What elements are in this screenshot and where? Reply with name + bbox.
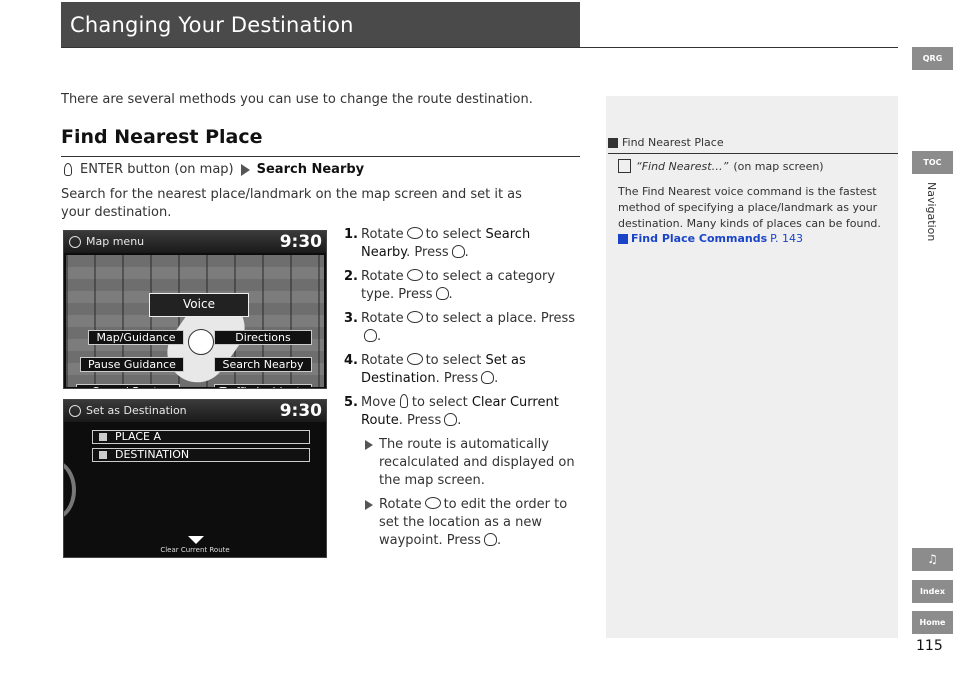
- screen-header: Set as Destination 9:30: [64, 400, 326, 422]
- page-title: Changing Your Destination: [70, 13, 354, 37]
- map-guidance-button[interactable]: Map/Guidance: [88, 330, 184, 345]
- back-icon: [69, 405, 81, 417]
- clear-current-route-label[interactable]: Clear Current Route: [64, 546, 326, 554]
- section-divider: [61, 156, 580, 157]
- press-button-icon: [435, 287, 449, 300]
- cancel-route-button[interactable]: Cancel Route: [76, 384, 180, 388]
- toc-tab[interactable]: TOC: [912, 151, 953, 174]
- voice-command-icon: ♫: [927, 552, 938, 566]
- title-bar: Changing Your Destination: [61, 2, 580, 48]
- voice-command: “Find Nearest…” (on map screen): [618, 159, 824, 173]
- press-button-icon: [451, 245, 465, 258]
- link-icon: [618, 233, 628, 244]
- rotate-knob-icon: [406, 353, 423, 365]
- press-button-icon: [444, 413, 458, 426]
- rotate-knob-icon: [406, 311, 423, 323]
- set-destination-screenshot: Set as Destination 9:30 PLACE A DESTINAT…: [63, 399, 327, 558]
- pause-guidance-button[interactable]: Pause Guidance: [80, 357, 184, 372]
- find-place-commands-link[interactable]: Find Place Commands P. 143: [618, 232, 803, 245]
- rotate-knob-icon: [424, 497, 441, 509]
- screen-clock: 9:30: [279, 232, 322, 252]
- map-menu-screenshot: Map menu 9:30 Voice Map/Guidance Directi…: [63, 230, 327, 389]
- path-target: Search Nearby: [256, 162, 365, 177]
- note-icon: [608, 137, 618, 148]
- home-tab[interactable]: Home: [912, 611, 953, 634]
- map-background: Voice Map/Guidance Directions Pause Guid…: [66, 255, 324, 388]
- screen-header: Map menu 9:30: [64, 231, 326, 253]
- enter-knob-icon: [64, 163, 72, 176]
- destination-row[interactable]: DESTINATION: [92, 448, 310, 462]
- step-item: 3. Rotate to select a place. Press.: [344, 311, 576, 344]
- voice-tab[interactable]: ♫: [912, 548, 953, 571]
- directions-button[interactable]: Directions: [214, 330, 312, 345]
- step-item: 4. Rotate to select Set as Destination. P…: [344, 353, 526, 386]
- step-list: 1. Rotate to select Search Nearby. Press.…: [344, 226, 576, 556]
- side-note-panel: Find Nearest Place “Find Nearest…” (on m…: [606, 96, 898, 638]
- note-body: The Find Nearest voice command is the fa…: [618, 185, 881, 230]
- section-title: Find Nearest Place: [61, 126, 263, 148]
- note-heading: Find Nearest Place: [608, 136, 724, 149]
- note-divider: [608, 153, 898, 154]
- row-label: PLACE A: [115, 430, 161, 443]
- screen-clock: 9:30: [279, 401, 322, 421]
- sub-note: Rotate to edit the order to set the locat…: [361, 496, 576, 550]
- chevron-down-icon: [188, 536, 204, 544]
- intro-text: There are several methods you can use to…: [61, 92, 533, 107]
- path-prefix: ENTER button (on map): [80, 162, 234, 177]
- search-nearby-button[interactable]: Search Nearby: [214, 357, 312, 372]
- chapter-label: Navigation: [925, 182, 938, 242]
- arrow-right-icon: [365, 440, 373, 450]
- step-item: 1. Rotate to select Search Nearby. Press.: [344, 227, 531, 260]
- dial-arc: [64, 460, 76, 520]
- arrow-right-icon: [240, 163, 250, 176]
- screen-title: Map menu: [86, 235, 145, 248]
- compass-icon: [188, 329, 214, 355]
- back-icon: [69, 236, 81, 248]
- voice-command-icon: [618, 159, 631, 173]
- rotate-knob-icon: [406, 227, 423, 239]
- joystick-icon: [399, 394, 408, 408]
- menu-path: ENTER button (on map) Search Nearby: [61, 162, 364, 177]
- rotate-knob-icon: [406, 269, 423, 281]
- traffic-incidents-button[interactable]: Traffic Incidents: [214, 384, 312, 388]
- place-a-row[interactable]: PLACE A: [92, 430, 310, 444]
- arrow-right-icon: [365, 500, 373, 510]
- index-tab[interactable]: Index: [912, 580, 953, 603]
- flag-icon: [99, 433, 107, 441]
- row-label: DESTINATION: [115, 448, 190, 461]
- voice-button[interactable]: Voice: [149, 293, 249, 317]
- sub-note: The route is automatically recalculated …: [361, 436, 576, 490]
- step-item: 5. Move to select Clear Current Route. Pr…: [344, 394, 576, 550]
- section-description: Search for the nearest place/landmark on…: [61, 187, 522, 220]
- qrg-tab[interactable]: QRG: [912, 47, 953, 70]
- step-item: 2. Rotate to select a category type. Pres…: [344, 269, 556, 302]
- press-button-icon: [483, 533, 497, 546]
- title-divider: [61, 47, 898, 48]
- press-button-icon: [481, 371, 495, 384]
- press-button-icon: [364, 329, 377, 342]
- page-number: 115: [916, 638, 943, 654]
- screen-title: Set as Destination: [86, 404, 187, 417]
- flag-icon: [99, 451, 107, 459]
